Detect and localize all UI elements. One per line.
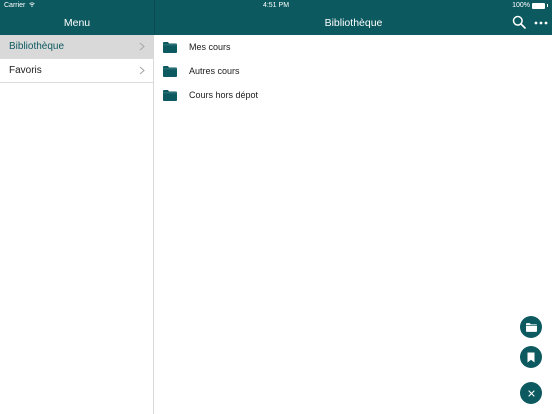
battery-percent: 100%: [512, 2, 530, 9]
main-content: Mes cours Autres cours Cours hors dépot: [155, 35, 552, 414]
folder-icon: [163, 41, 177, 53]
status-bar: Carrier 4:51 PM 100%: [0, 0, 552, 11]
folder-label: Cours hors dépot: [189, 90, 259, 100]
page-title: Bibliothèque: [324, 17, 383, 29]
more-icon[interactable]: [534, 21, 548, 25]
folder-icon: [525, 322, 537, 332]
search-icon[interactable]: [512, 15, 526, 29]
folder-icon: [163, 89, 177, 101]
battery-tip: [547, 4, 548, 7]
bookmark-icon: [527, 352, 535, 362]
fab-close-button[interactable]: [520, 382, 542, 404]
folder-autres-cours[interactable]: Autres cours: [155, 59, 552, 83]
folder-label: Autres cours: [189, 66, 240, 76]
sidebar-item-label: Bibliothèque: [9, 41, 65, 52]
sidebar-title: Menu: [63, 17, 91, 29]
sidebar-header: Menu: [0, 11, 154, 35]
main-header: Bibliothèque: [155, 11, 552, 35]
sidebar: Bibliothèque Favoris: [0, 35, 154, 414]
fab-bookmark-button[interactable]: [520, 346, 542, 368]
close-icon: [527, 389, 535, 397]
sidebar-item-bibliotheque[interactable]: Bibliothèque: [0, 35, 153, 59]
battery-fill: [533, 3, 544, 8]
sidebar-item-label: Favoris: [9, 65, 42, 76]
fab-folder-button[interactable]: [520, 316, 542, 338]
chevron-right-icon: [139, 42, 145, 51]
sidebar-item-favoris[interactable]: Favoris: [0, 59, 153, 83]
status-time: 4:51 PM: [262, 2, 290, 9]
folder-label: Mes cours: [189, 42, 231, 52]
chevron-right-icon: [139, 66, 145, 75]
folder-icon: [163, 65, 177, 77]
folder-mes-cours[interactable]: Mes cours: [155, 35, 552, 59]
battery-indicator: 100%: [512, 2, 548, 9]
folder-cours-hors-depot[interactable]: Cours hors dépot: [155, 83, 552, 107]
battery-icon: [532, 2, 545, 9]
